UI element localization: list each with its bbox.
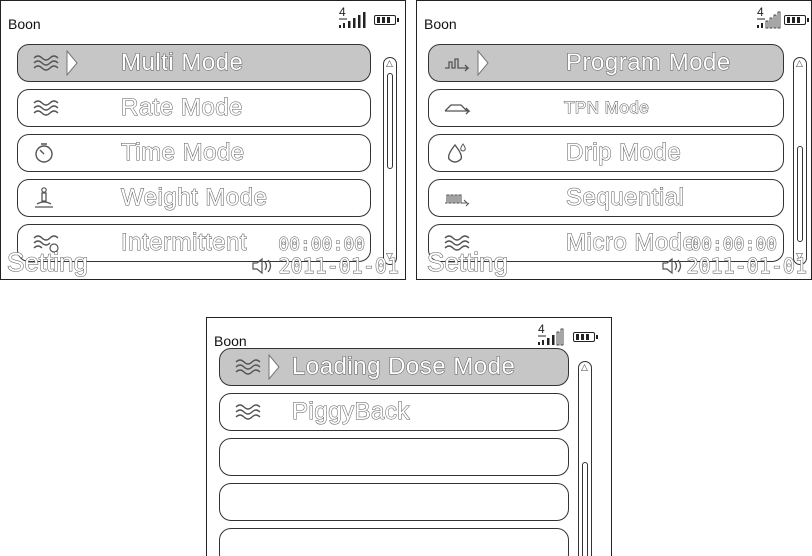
tpn-curve-icon xyxy=(444,104,471,115)
brand-label: Boon xyxy=(8,16,41,32)
chevron-right-icon xyxy=(477,50,489,76)
menu-item-program-mode[interactable]: Program Mode xyxy=(428,44,784,82)
sequential-icon xyxy=(445,194,470,207)
menu-item-multi-mode[interactable]: Multi Mode xyxy=(17,44,371,82)
signal-strength-icon: 4 xyxy=(757,5,781,29)
speaker-icon xyxy=(252,257,272,275)
menu-item-tpn-mode[interactable]: TPN Mode xyxy=(428,89,784,127)
status-bar: Boon 4 xyxy=(1,1,405,33)
date-label: 2011-01-01 xyxy=(686,254,807,279)
menu-scrollbar[interactable]: △ ▽ xyxy=(793,57,807,265)
clock-time: 00:00:00 xyxy=(278,234,366,256)
menu-item-label: Micro Mode xyxy=(565,229,697,257)
scroll-thumb[interactable] xyxy=(387,73,393,169)
menu-item-rate-mode[interactable]: Rate Mode xyxy=(17,89,371,127)
speaker-icon xyxy=(662,257,682,275)
weight-icon xyxy=(35,187,53,208)
setting-label[interactable]: Setting xyxy=(427,247,509,278)
signal-digit: 4 xyxy=(538,322,545,336)
battery-icon xyxy=(784,15,809,25)
signal-strength-icon: 4 xyxy=(339,5,366,28)
menu-item-label: Drip Mode xyxy=(565,139,682,167)
menu-item-drip-mode[interactable]: Drip Mode xyxy=(428,134,784,172)
stopwatch-icon xyxy=(35,143,53,163)
program-steps-icon xyxy=(445,58,470,72)
menu-item-piggyback[interactable]: PiggyBack xyxy=(219,393,569,431)
screen-program-mode-menu: Boon 4 Program Mode TPN Mode Drip Mode S… xyxy=(416,0,812,280)
setting-label[interactable]: Setting xyxy=(7,247,89,278)
menu-item-label: Program Mode xyxy=(566,49,731,77)
menu-item-empty[interactable] xyxy=(219,438,569,476)
chevron-right-icon xyxy=(268,354,280,380)
menu-item-label: Sequential xyxy=(565,184,685,212)
menu-item-weight-mode[interactable]: Weight Mode xyxy=(17,179,371,217)
menu-item-label: TPN Mode xyxy=(563,98,650,118)
menu-scrollbar[interactable]: △ xyxy=(578,361,592,556)
signal-digit: 4 xyxy=(757,5,764,19)
status-bar: Boon 4 xyxy=(207,318,611,350)
scroll-up-icon[interactable]: △ xyxy=(796,60,803,69)
screen-loading-dose-menu: Boon 4 Loading Dose Mode PiggyBack △ xyxy=(206,317,612,556)
clock-time: 00:00:00 xyxy=(690,234,778,256)
drop-icon xyxy=(447,143,466,163)
waves-icon xyxy=(235,359,261,375)
signal-strength-icon: 4 xyxy=(538,322,564,346)
menu-item-label: PiggyBack xyxy=(292,398,410,426)
date-label: 2011-01-01 xyxy=(278,254,399,279)
chevron-right-icon xyxy=(66,50,78,76)
waves-icon xyxy=(33,55,59,71)
menu-item-label: Rate Mode xyxy=(121,94,243,122)
menu-item-label: Weight Mode xyxy=(120,184,268,212)
scroll-thumb[interactable] xyxy=(797,146,803,242)
waves-icon xyxy=(33,100,59,116)
menu-item-label: Loading Dose Mode xyxy=(291,353,516,381)
scroll-up-icon[interactable]: △ xyxy=(581,364,588,373)
menu-item-time-mode[interactable]: Time Mode xyxy=(17,134,371,172)
menu-item-loading-dose-mode[interactable]: Loading Dose Mode xyxy=(219,348,569,386)
menu-item-label: Multi Mode xyxy=(120,49,244,77)
scroll-up-icon[interactable]: △ xyxy=(386,60,393,69)
screen-multi-mode-menu: Boon 4 Multi Mode Rate Mode Time Mode We… xyxy=(0,0,406,280)
menu-item-empty[interactable] xyxy=(219,528,569,556)
brand-label: Boon xyxy=(424,16,457,32)
brand-label: Boon xyxy=(214,333,247,349)
menu-item-sequential[interactable]: Sequential xyxy=(428,179,784,217)
menu-item-empty[interactable] xyxy=(219,483,569,521)
battery-icon xyxy=(374,15,399,25)
menu-item-label: Intermittent xyxy=(120,229,248,257)
menu-scrollbar[interactable]: △ ▽ xyxy=(383,57,397,265)
scroll-thumb[interactable] xyxy=(582,462,588,556)
battery-icon xyxy=(573,332,598,342)
menu-item-label: Time Mode xyxy=(121,139,245,167)
signal-digit: 4 xyxy=(339,5,346,19)
waves-icon xyxy=(235,404,261,420)
status-bar: Boon 4 xyxy=(417,1,811,33)
